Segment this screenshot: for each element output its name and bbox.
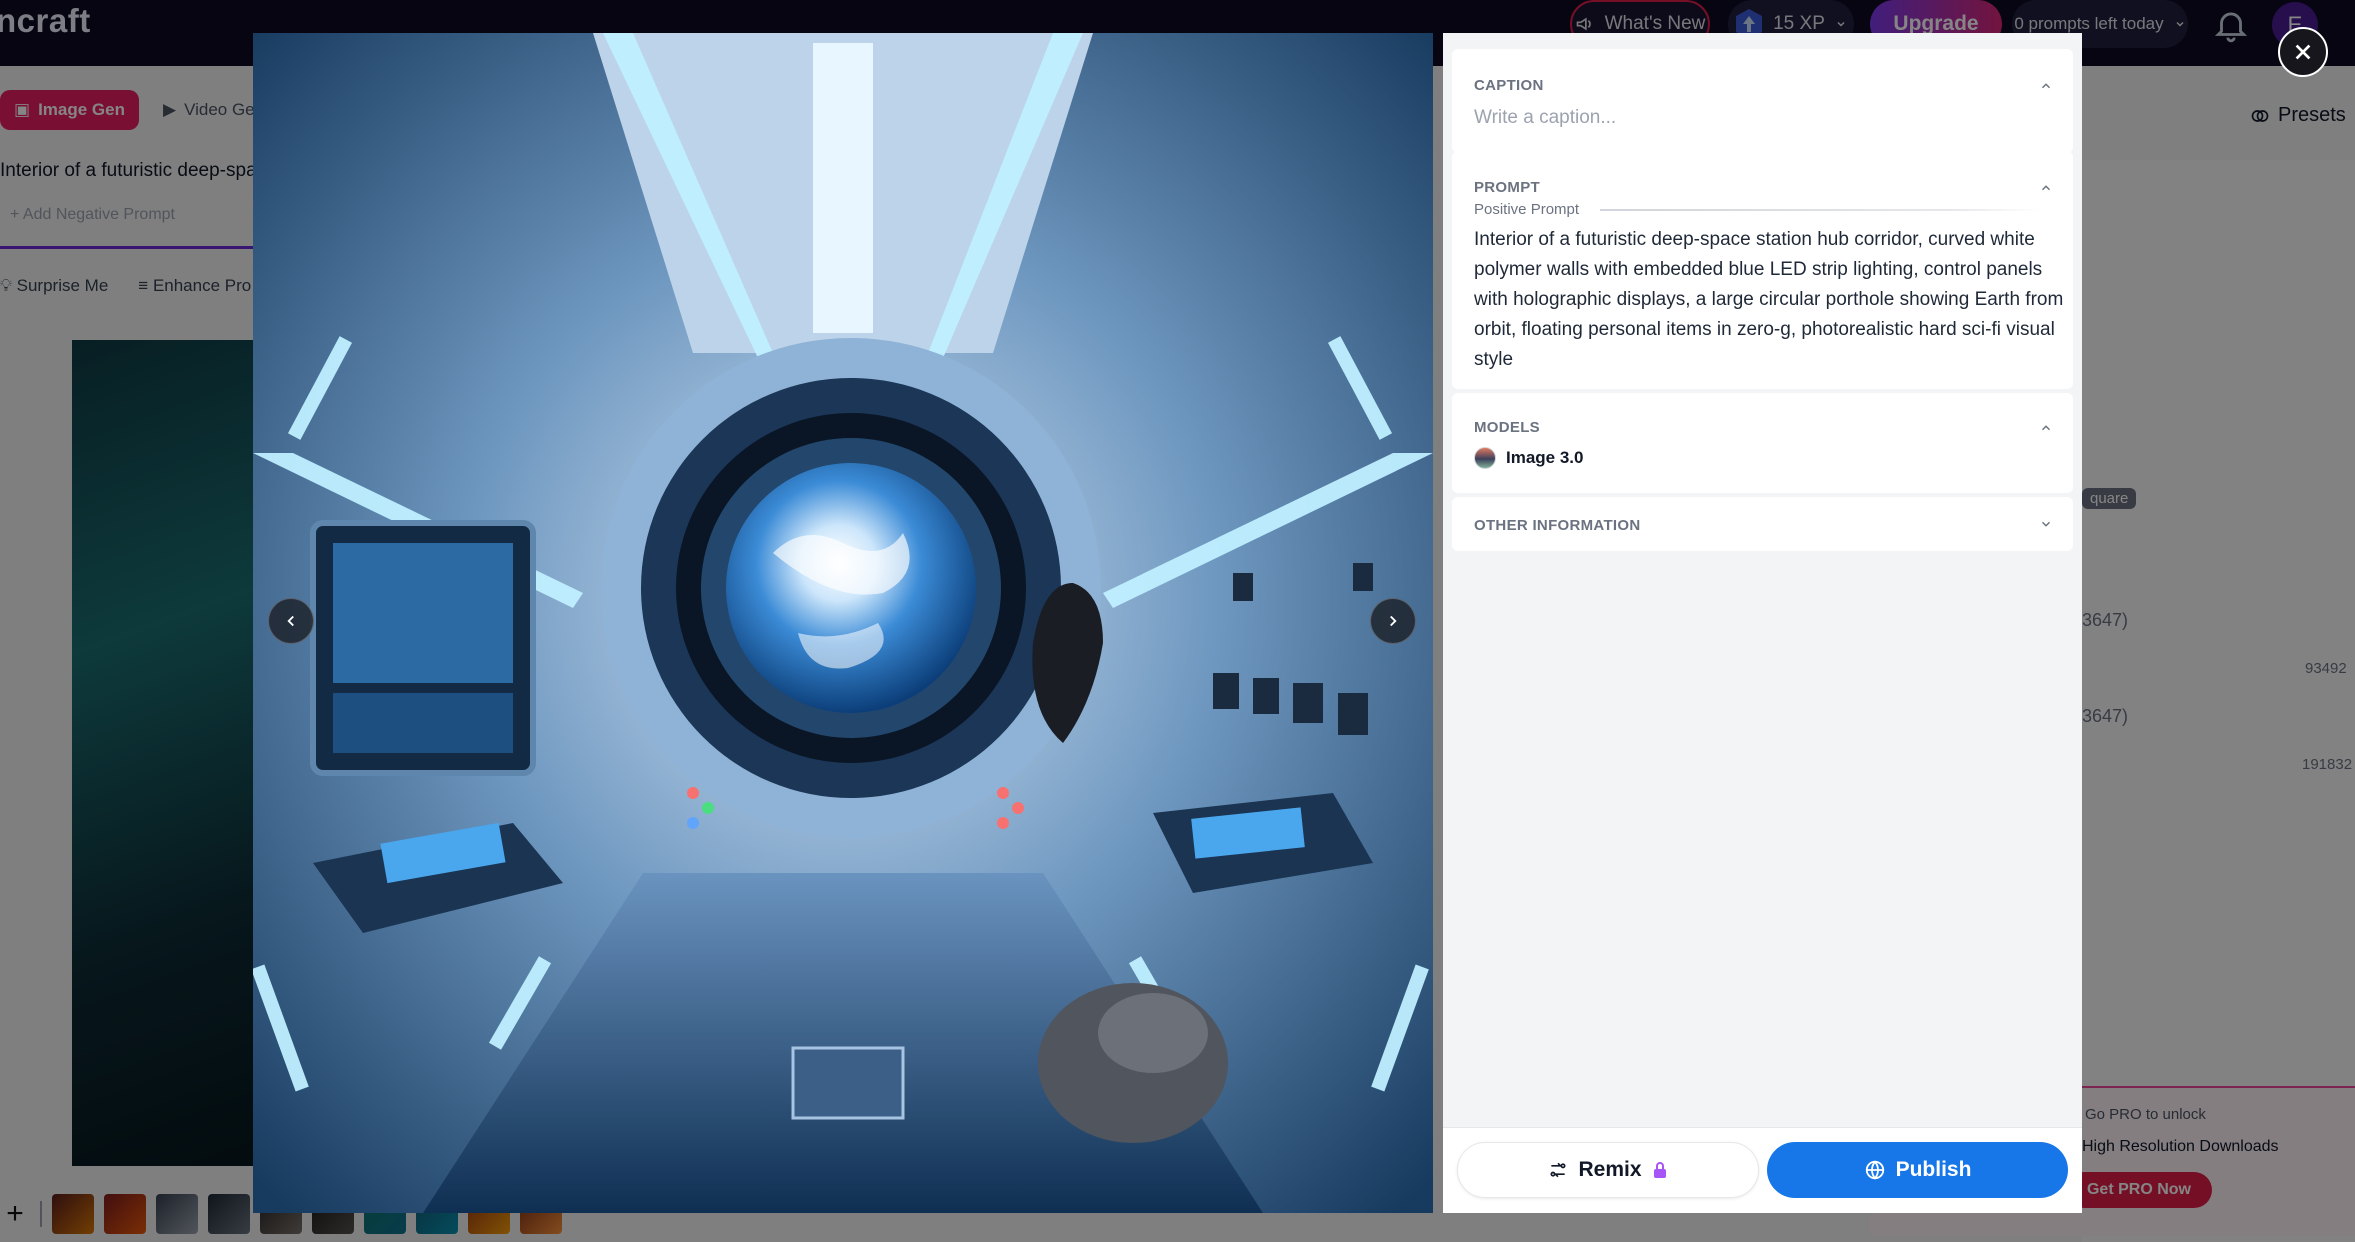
chevron-up-icon[interactable] [2039,181,2053,195]
model-item[interactable]: Image 3.0 [1474,447,1584,469]
chevron-left-icon [287,615,294,627]
caption-input[interactable] [1474,107,2050,129]
close-icon [2295,44,2311,60]
positive-prompt-label: Positive Prompt [1474,201,1580,218]
chevron-up-icon[interactable] [2039,79,2053,93]
prompt-section: PROMPT Positive Prompt Interior of a fut… [1452,151,2073,389]
model-name: Image 3.0 [1506,448,1584,467]
previous-image-button[interactable] [268,598,314,644]
models-heading: MODELS [1474,419,1540,436]
chevron-right-icon [1390,615,1397,627]
remix-icon [1550,1162,1566,1178]
model-avatar-icon [1474,447,1496,469]
close-modal-button[interactable] [2278,27,2328,77]
space-station-image [253,33,1433,1213]
other-information-heading: OTHER INFORMATION [1474,517,1641,534]
remix-button[interactable]: Remix [1457,1142,1759,1198]
caption-heading: CAPTION [1474,77,1544,94]
publish-label: Publish [1895,1158,1972,1181]
image-details-panel: CAPTION PROMPT Positive Prompt Interior … [1443,33,2082,1213]
other-information-section[interactable]: OTHER INFORMATION [1452,497,2073,551]
prompt-heading: PROMPT [1474,179,1540,196]
lock-icon [1653,1162,1666,1178]
caption-section: CAPTION [1452,49,2073,153]
chevron-up-icon[interactable] [2039,421,2053,435]
positive-prompt-divider [1600,209,2040,211]
models-section: MODELS Image 3.0 [1452,393,2073,493]
next-image-button[interactable] [1370,598,1416,644]
image-viewer[interactable] [253,33,1433,1213]
publish-button[interactable]: Publish [1767,1142,2068,1198]
globe-icon [1865,1160,1884,1180]
modal-action-bar: Remix Publish [1443,1127,2082,1213]
chevron-down-icon[interactable] [2039,517,2053,531]
remix-label: Remix [1578,1158,1642,1181]
positive-prompt-text: Interior of a futuristic deep-space stat… [1474,229,2064,370]
